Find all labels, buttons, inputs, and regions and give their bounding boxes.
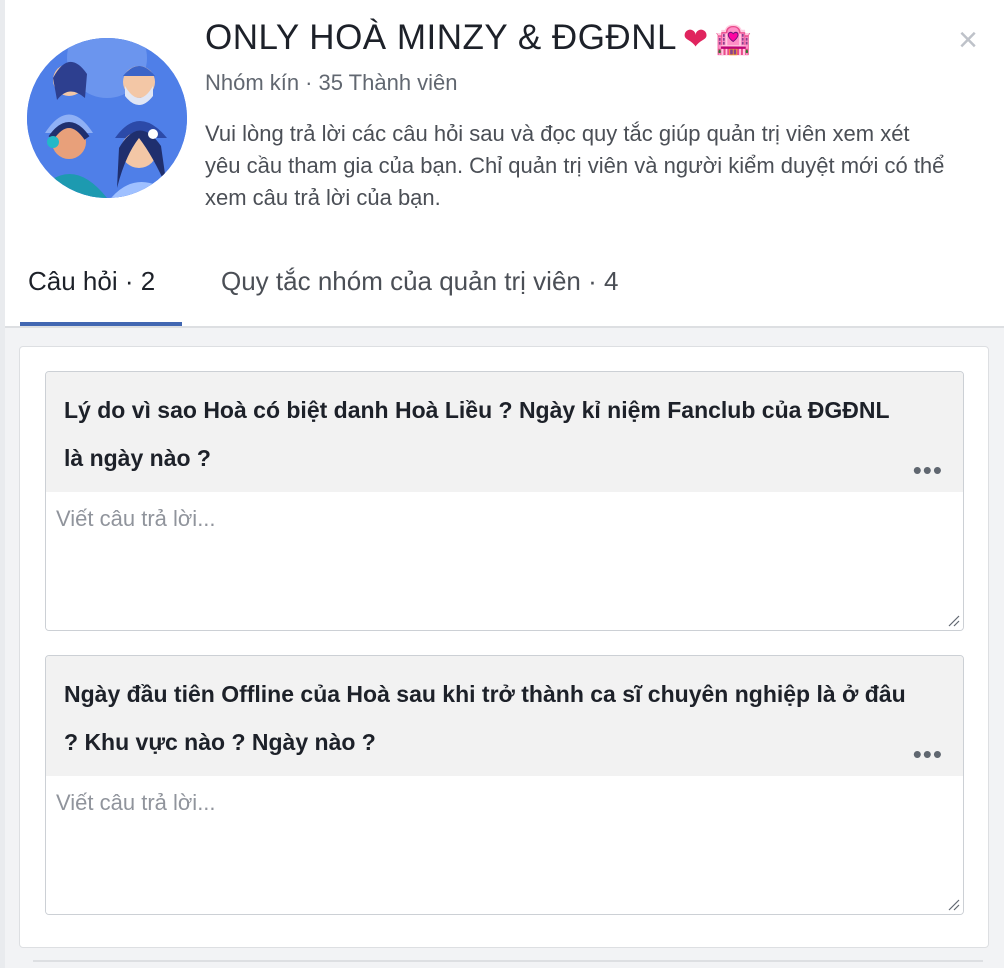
group-privacy: Nhóm kín xyxy=(205,70,300,95)
meta-separator: · xyxy=(305,70,313,95)
question-text: Ngày đầu tiên Offline của Hoà sau khi tr… xyxy=(64,681,906,755)
love-hotel-icon: 🏩 xyxy=(714,22,753,57)
group-people-illustration-icon xyxy=(27,38,187,198)
questions-content: Lý do vì sao Hoà có biệt danh Hoà Liều ?… xyxy=(5,326,1004,968)
group-title-text: ONLY HOÀ MINZY & ĐGĐNL xyxy=(205,18,677,57)
question-card: Ngày đầu tiên Offline của Hoà sau khi tr… xyxy=(45,655,964,915)
answer-input[interactable] xyxy=(46,776,963,914)
question-header: Lý do vì sao Hoà có biệt danh Hoà Liều ?… xyxy=(46,372,963,492)
more-options-icon[interactable]: ••• xyxy=(913,455,943,486)
group-member-count: 35 Thành viên xyxy=(318,70,458,95)
tab-admin-rules[interactable]: Quy tắc nhóm của quản trị viên · 4 xyxy=(213,266,626,326)
divider xyxy=(33,960,983,962)
group-avatar xyxy=(27,38,187,198)
close-icon[interactable]: × xyxy=(954,23,982,57)
group-title: ONLY HOÀ MINZY & ĐGĐNL ❤ 🏩 xyxy=(205,18,752,58)
question-card: Lý do vì sao Hoà có biệt danh Hoà Liều ?… xyxy=(45,371,964,631)
group-description: Vui lòng trả lời các câu hỏi sau và đọc … xyxy=(205,121,945,210)
dialog-tabs: Câu hỏi · 2 Quy tắc nhóm của quản trị vi… xyxy=(20,256,1004,326)
answer-box xyxy=(46,492,963,630)
answer-box xyxy=(46,776,963,914)
questions-panel: Lý do vì sao Hoà có biệt danh Hoà Liều ?… xyxy=(19,346,989,948)
dialog-header: ONLY HOÀ MINZY & ĐGĐNL ❤ 🏩 Nhóm kín · 35 Thà… xyxy=(5,0,1004,326)
question-header: Ngày đầu tiên Offline của Hoà sau khi tr… xyxy=(46,656,963,776)
group-meta: Nhóm kín · 35 Thành viên xyxy=(205,70,458,96)
question-text: Lý do vì sao Hoà có biệt danh Hoà Liều ?… xyxy=(64,397,890,471)
heart-icon: ❤ xyxy=(682,22,709,57)
more-options-icon[interactable]: ••• xyxy=(913,739,943,770)
answer-input[interactable] xyxy=(46,492,963,630)
tab-questions[interactable]: Câu hỏi · 2 xyxy=(20,266,182,326)
join-group-dialog: ONLY HOÀ MINZY & ĐGĐNL ❤ 🏩 Nhóm kín · 35 Thà… xyxy=(5,0,1004,968)
